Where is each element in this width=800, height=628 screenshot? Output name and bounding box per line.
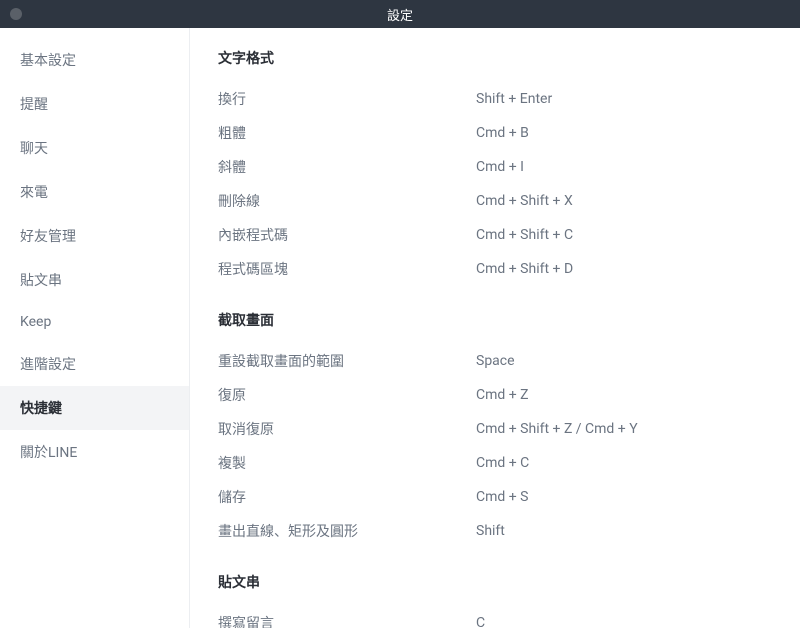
settings-content: 文字格式 換行Shift + Enter 粗體Cmd + B 斜體Cmd + I… — [190, 28, 800, 628]
shortcut-label: 複製 — [218, 453, 476, 473]
sidebar-item-advanced[interactable]: 進階設定 — [0, 342, 189, 386]
settings-sidebar: 基本設定 提醒 聊天 來電 好友管理 貼文串 Keep 進階設定 快捷鍵 關於L… — [0, 28, 190, 628]
shortcut-label: 畫出直線、矩形及圓形 — [218, 521, 476, 541]
shortcut-row: 斜體Cmd + I — [218, 150, 772, 184]
sidebar-item-label: 快捷鍵 — [20, 401, 62, 417]
sidebar-item-label: 聊天 — [20, 141, 48, 157]
shortcut-label: 儲存 — [218, 487, 476, 507]
shortcut-value: Cmd + I — [476, 159, 772, 175]
shortcut-value: Cmd + B — [476, 125, 772, 141]
sidebar-item-shortcuts[interactable]: 快捷鍵 — [0, 386, 189, 430]
sidebar-item-chat[interactable]: 聊天 — [0, 126, 189, 170]
shortcut-label: 粗體 — [218, 123, 476, 143]
titlebar: 設定 — [0, 0, 800, 28]
sidebar-item-label: 關於LINE — [20, 445, 77, 461]
shortcut-label: 取消復原 — [218, 419, 476, 439]
shortcut-value: Cmd + Shift + X — [476, 193, 772, 209]
sidebar-item-calls[interactable]: 來電 — [0, 170, 189, 214]
shortcut-value: C — [476, 615, 772, 628]
shortcut-label: 復原 — [218, 385, 476, 405]
sidebar-item-label: 來電 — [20, 185, 48, 201]
sidebar-item-basic[interactable]: 基本設定 — [0, 38, 189, 82]
shortcut-label: 內嵌程式碼 — [218, 225, 476, 245]
shortcut-row: 復原Cmd + Z — [218, 378, 772, 412]
shortcut-value: Space — [476, 353, 772, 369]
shortcut-row: 粗體Cmd + B — [218, 116, 772, 150]
sidebar-item-notifications[interactable]: 提醒 — [0, 82, 189, 126]
shortcut-value: Shift + Enter — [476, 91, 772, 107]
shortcut-value: Cmd + C — [476, 455, 772, 471]
sidebar-item-label: 貼文串 — [20, 273, 62, 289]
section-title-screenshot: 截取畫面 — [218, 310, 772, 330]
sidebar-item-label: 提醒 — [20, 97, 48, 113]
shortcut-label: 程式碼區塊 — [218, 259, 476, 279]
shortcut-row: 程式碼區塊Cmd + Shift + D — [218, 252, 772, 286]
shortcut-value: Cmd + Z — [476, 387, 772, 403]
sidebar-item-timeline[interactable]: 貼文串 — [0, 258, 189, 302]
shortcut-value: Cmd + Shift + D — [476, 261, 772, 277]
shortcut-row: 換行Shift + Enter — [218, 82, 772, 116]
shortcut-row: 重設截取畫面的範圍Space — [218, 344, 772, 378]
section-title-text-format: 文字格式 — [218, 48, 772, 68]
sidebar-item-label: 進階設定 — [20, 357, 76, 373]
shortcut-row: 刪除線Cmd + Shift + X — [218, 184, 772, 218]
shortcut-row: 儲存Cmd + S — [218, 480, 772, 514]
shortcut-row: 取消復原Cmd + Shift + Z / Cmd + Y — [218, 412, 772, 446]
shortcut-label: 斜體 — [218, 157, 476, 177]
shortcut-row: 複製Cmd + C — [218, 446, 772, 480]
shortcut-value: Cmd + Shift + C — [476, 227, 772, 243]
sidebar-item-label: Keep — [20, 314, 51, 330]
sidebar-item-label: 好友管理 — [20, 229, 76, 245]
sidebar-item-label: 基本設定 — [20, 53, 76, 69]
shortcut-label: 重設截取畫面的範圍 — [218, 351, 476, 371]
shortcut-label: 撰寫留言 — [218, 613, 476, 628]
shortcut-label: 換行 — [218, 89, 476, 109]
shortcut-value: Cmd + Shift + Z / Cmd + Y — [476, 421, 772, 437]
shortcut-label: 刪除線 — [218, 191, 476, 211]
shortcut-value: Shift — [476, 523, 772, 539]
section-title-posts: 貼文串 — [218, 572, 772, 592]
sidebar-item-about[interactable]: 關於LINE — [0, 430, 189, 474]
shortcut-row: 畫出直線、矩形及圓形Shift — [218, 514, 772, 548]
window-control-dot[interactable] — [10, 8, 22, 20]
sidebar-item-friends[interactable]: 好友管理 — [0, 214, 189, 258]
shortcut-row: 撰寫留言C — [218, 606, 772, 628]
shortcut-row: 內嵌程式碼Cmd + Shift + C — [218, 218, 772, 252]
window-title: 設定 — [387, 5, 413, 24]
sidebar-item-keep[interactable]: Keep — [0, 302, 189, 342]
shortcut-value: Cmd + S — [476, 489, 772, 505]
